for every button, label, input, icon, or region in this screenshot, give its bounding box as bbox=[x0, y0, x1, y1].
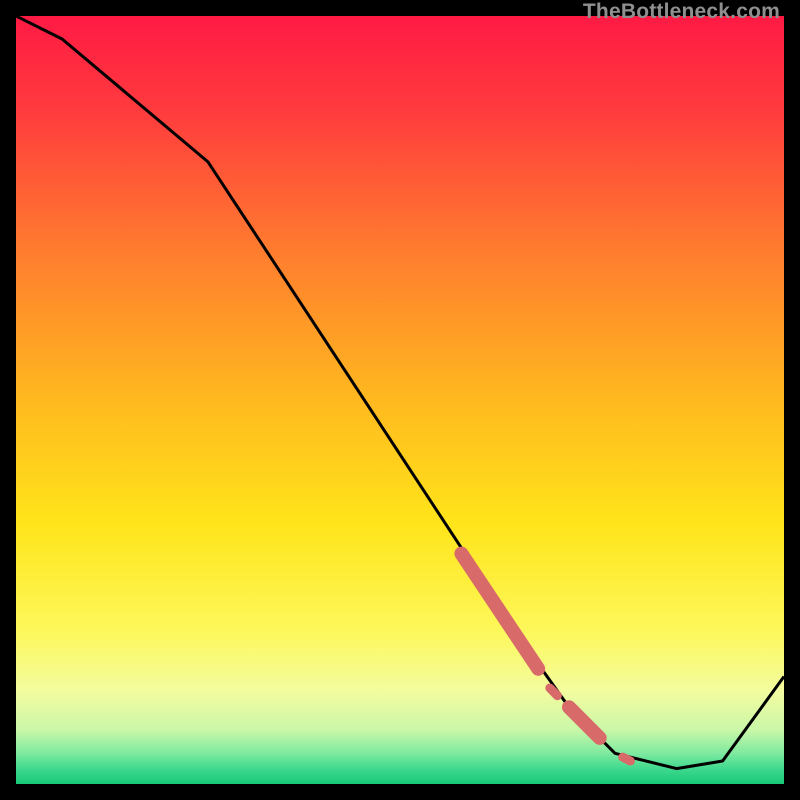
bottleneck-chart bbox=[16, 16, 784, 784]
watermark-text: TheBottleneck.com bbox=[583, 0, 780, 24]
highlight-segment bbox=[623, 757, 631, 761]
highlight-segment bbox=[550, 688, 558, 696]
gradient-bg bbox=[16, 16, 784, 784]
chart-frame bbox=[16, 16, 784, 784]
